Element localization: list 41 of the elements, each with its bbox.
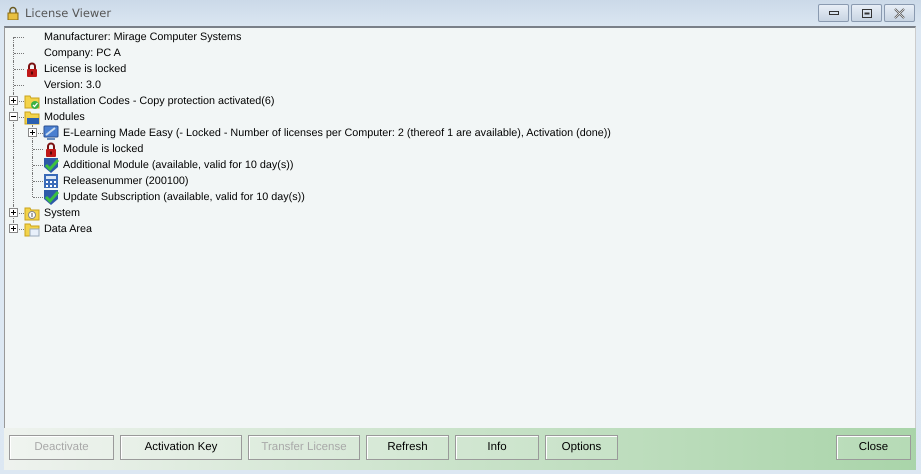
tree-item[interactable]: Data Area xyxy=(43,221,92,237)
tree-item[interactable]: Modules xyxy=(43,109,85,125)
expand-icon[interactable] xyxy=(9,96,18,105)
action-button[interactable]: Info xyxy=(455,434,539,460)
action-button[interactable]: Options xyxy=(545,434,618,460)
close-icon xyxy=(894,8,905,18)
expand-icon[interactable] xyxy=(9,208,18,217)
action-button[interactable]: Activation Key xyxy=(120,434,242,460)
folder-icon xyxy=(24,109,40,125)
expand-icon[interactable] xyxy=(9,224,18,233)
tree-item[interactable]: Manufacturer: Mirage Computer Systems xyxy=(43,29,242,45)
tree-item[interactable]: Releasenummer (200100) xyxy=(62,173,188,189)
tree-item[interactable]: System xyxy=(43,205,80,221)
checkmark-icon xyxy=(43,157,59,173)
padlock-icon xyxy=(43,141,59,157)
folder-check-icon xyxy=(24,93,40,109)
window-title: License Viewer xyxy=(25,6,112,20)
tree-item[interactable]: E-Learning Made Easy (- Locked - Number of licenses per Computer: 2 (thereof 1 are available), Activation (done)) xyxy=(62,125,611,141)
minimize-button[interactable] xyxy=(818,4,849,22)
folder-info-icon xyxy=(24,205,40,221)
padlock-icon xyxy=(24,61,40,77)
collapse-icon[interactable] xyxy=(9,112,18,121)
tree-item[interactable]: Module is locked xyxy=(62,141,144,157)
minimize-icon xyxy=(828,11,838,15)
close-button[interactable] xyxy=(884,4,915,22)
action-button[interactable]: Refresh xyxy=(366,434,449,460)
tree-item[interactable]: Version: 3.0 xyxy=(43,77,102,93)
maximize-button[interactable] xyxy=(851,4,882,22)
folder-document-icon xyxy=(24,221,40,237)
tree-item[interactable]: Additional Module (available, valid for 10 day(s)) xyxy=(62,157,294,173)
close-button[interactable]: Close xyxy=(836,434,911,460)
padlock-icon xyxy=(6,6,20,20)
checkmark-icon xyxy=(43,189,59,205)
expand-icon[interactable] xyxy=(28,128,37,137)
tree-item[interactable]: Installation Codes - Copy protection activated(6) xyxy=(43,93,274,109)
tree-item[interactable]: Update Subscription (available, valid for 10 day(s)) xyxy=(62,189,305,205)
tree-item[interactable]: License is locked xyxy=(43,61,126,77)
restore-icon xyxy=(862,8,872,18)
calculator-icon xyxy=(43,173,59,189)
computer-icon xyxy=(43,125,59,141)
tree-item[interactable]: Company: PC A xyxy=(43,45,121,61)
